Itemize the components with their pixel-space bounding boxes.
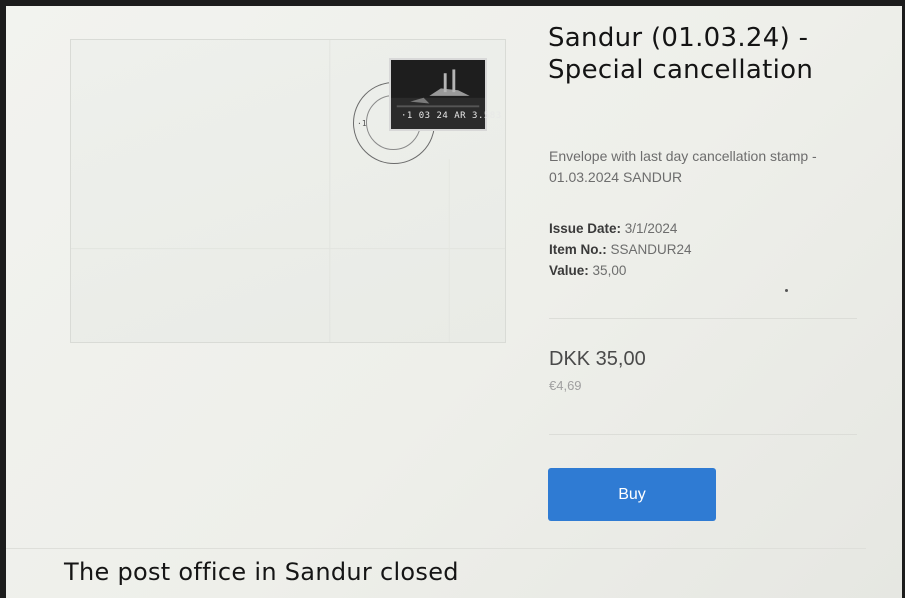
value-value: 35,00 xyxy=(592,263,627,278)
section-divider xyxy=(6,548,866,549)
price-dkk: DKK 35,00 xyxy=(549,348,646,370)
cancellation-text: ·1 03 24 AR 3.583 xyxy=(401,111,502,121)
product-meta: Issue Date: 3/1/2024 Item No.: SSANDUR24… xyxy=(549,218,692,281)
value-label: Value: xyxy=(549,263,589,278)
issue-date-row: Issue Date: 3/1/2024 xyxy=(549,218,692,239)
cursor-dot xyxy=(785,289,788,292)
issue-date-value: 3/1/2024 xyxy=(624,221,678,236)
product-title: Sandur (01.03.24) - Special cancellation xyxy=(548,23,814,85)
item-no-label: Item No.: xyxy=(549,242,607,257)
price-eur: €4,69 xyxy=(549,378,582,393)
item-no-value: SSANDUR24 xyxy=(610,242,692,257)
price-divider-bottom xyxy=(549,434,857,435)
browser-viewport: ·1 ·1 03 24 AR 3.583 Sandur (01.03.24) -… xyxy=(6,6,902,598)
buy-button[interactable]: Buy xyxy=(548,468,716,521)
value-row: Value: 35,00 xyxy=(549,260,692,281)
postmark-date: ·1 xyxy=(357,119,367,128)
item-no-row: Item No.: SSANDUR24 xyxy=(549,239,692,260)
section-heading: The post office in Sandur closed xyxy=(64,558,459,586)
price-divider-top xyxy=(549,318,857,319)
product-description: Envelope with last day cancellation stam… xyxy=(549,148,817,185)
issue-date-label: Issue Date: xyxy=(549,221,622,236)
product-image[interactable]: ·1 ·1 03 24 AR 3.583 xyxy=(70,39,506,343)
